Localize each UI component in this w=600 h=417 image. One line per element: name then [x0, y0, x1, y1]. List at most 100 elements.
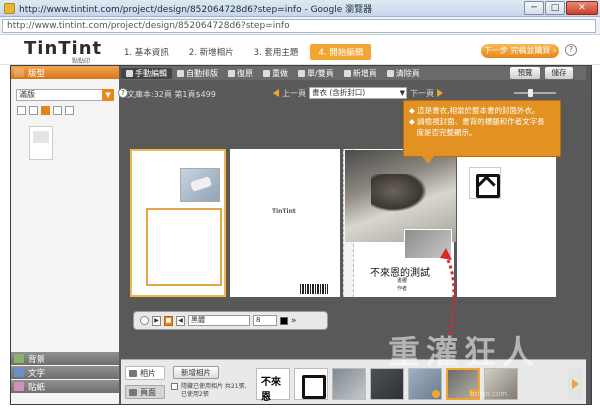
help-tooltip: ◆ 這是書衣,相當於整本書的封面外衣。 ◆ 請檢視封面、書背的標題和作者文字長 … [403, 100, 561, 164]
text-color-swatch[interactable] [280, 316, 288, 325]
layout-thumbnail[interactable] [29, 126, 53, 160]
redo-button[interactable]: 重做 [258, 68, 293, 79]
tab-background-label: 背景 [28, 354, 46, 365]
layout-option-3[interactable] [41, 106, 50, 115]
tab-photos[interactable]: 相片 [125, 366, 165, 380]
redo-icon [263, 69, 270, 77]
watermark-url: briian.com [470, 390, 508, 398]
manual-edit-button[interactable]: 手動編輯 [121, 67, 172, 79]
window-controls: ─ □ ✕ [524, 1, 598, 15]
close-button[interactable]: ✕ [566, 1, 598, 15]
maximize-button[interactable]: □ [545, 1, 565, 15]
layout-icon [14, 68, 24, 77]
window-title: http://www.tintint.com/project/design/85… [19, 4, 373, 15]
tab-text-label: 文字 [28, 368, 46, 379]
cover-author-label: 作者 [397, 286, 408, 292]
help-icon[interactable]: ? [565, 44, 577, 56]
add-page-button[interactable]: 新增頁 [339, 68, 382, 79]
next-arrow-icon[interactable] [437, 89, 443, 97]
tab-sticker-label: 貼紙 [28, 382, 46, 393]
scroll-right-arrow-icon[interactable] [568, 368, 582, 400]
text-frame[interactable] [146, 208, 222, 286]
photo-thumbnail[interactable] [332, 368, 366, 400]
preview-button[interactable]: 預覽 [510, 67, 540, 79]
text-tool-icon[interactable] [140, 316, 149, 325]
text-format-toolbar: ▶ ■ ◀ 黑體 8 » [133, 311, 328, 330]
tab-text[interactable]: 文字 [11, 366, 119, 379]
text-icon [14, 368, 24, 377]
step-start-edit[interactable]: 4. 開始編輯 [310, 44, 372, 60]
watermark: 重灌狂人 [388, 333, 541, 371]
tab-sticker[interactable]: 貼紙 [11, 380, 119, 393]
single-double-page-button[interactable]: 單/雙頁 [293, 68, 339, 79]
tooltip-line-3: 度是否完整顯示。 [409, 128, 477, 137]
chevron-down-icon: ▼ [399, 89, 405, 97]
page-icon [298, 69, 305, 77]
tab-layout[interactable]: 版型 [11, 66, 119, 79]
back-cover[interactable] [230, 149, 340, 297]
auto-layout-button[interactable]: 自動排版 [172, 68, 223, 79]
prev-page-link[interactable]: 上一頁 [282, 88, 306, 99]
hide-used-checkbox[interactable] [171, 383, 178, 390]
book-info: 文庫本:32頁 第1頁$499 [127, 90, 216, 99]
more-options-button[interactable]: » [291, 316, 297, 326]
zoom-track [514, 92, 556, 94]
flap-logo-icon [469, 167, 501, 199]
step-basic-info[interactable]: 1. 基本資訊 [116, 44, 177, 60]
hide-used-label: 隱藏已使用相片 共21張,已使用2張 [181, 383, 247, 398]
undo-button[interactable]: 復原 [223, 68, 258, 79]
logo-subtitle: 點點印 [72, 58, 91, 65]
sticker-icon [14, 382, 24, 391]
layout-option-4[interactable] [53, 106, 62, 115]
align-right-button[interactable]: ◀ [176, 315, 185, 326]
align-center-button[interactable]: ■ [164, 315, 173, 326]
layout-option-1[interactable] [17, 106, 26, 115]
undo-icon [228, 69, 235, 77]
photo-thumbnail[interactable] [294, 368, 328, 400]
align-left-button[interactable]: ▶ [152, 315, 161, 326]
page-select[interactable]: 書衣 (含折封口) ▼ [309, 87, 407, 99]
photo-frame[interactable] [180, 168, 220, 202]
next-page-link[interactable]: 下一頁 [410, 88, 434, 99]
left-sidebar: 版型 滿版 ▼ ? 背景 文字 貼紙 [11, 66, 128, 404]
zoom-handle[interactable] [528, 89, 533, 97]
font-select[interactable]: 黑體 [188, 315, 250, 326]
pages-icon [129, 388, 137, 396]
url-field[interactable]: http://www.tintint.com/project/design/85… [2, 19, 596, 33]
template-select[interactable]: 滿版 ▼ [16, 89, 114, 101]
photo-thumbnail[interactable] [256, 368, 290, 403]
window-titlebar: http://www.tintint.com/project/design/85… [0, 0, 600, 17]
step-nav: 1. 基本資訊 2. 新增相片 3. 套用主題 4. 開始編輯 [116, 44, 375, 60]
tab-pages[interactable]: 頁面 [125, 385, 165, 399]
auto-icon [177, 69, 184, 77]
tooltip-line-1: ◆ 這是書衣,相當於整本書的封面外衣。 [409, 106, 540, 115]
next-step-button[interactable]: 下一步 完稿並購買 › [481, 44, 559, 58]
page-navigator: 上一頁 書衣 (含折封口) ▼ 下一頁 [273, 87, 443, 99]
annotation-arrow [440, 248, 456, 335]
clear-icon [386, 69, 394, 77]
save-button[interactable]: 儲存 [545, 67, 573, 79]
add-photo-button[interactable]: 新增相片 [173, 366, 219, 379]
page-select-value: 書衣 (含折封口) [312, 88, 366, 97]
browser-icon [4, 2, 15, 14]
prev-arrow-icon[interactable] [273, 89, 279, 97]
cover-band-label: 書腰 [397, 278, 408, 284]
app-header: TinTint 點點印 1. 基本資訊 2. 新增相片 3. 套用主題 4. 開… [0, 35, 600, 65]
tab-background[interactable]: 背景 [11, 352, 119, 365]
template-select-value: 滿版 [19, 90, 35, 99]
font-size-select[interactable]: 8 [253, 315, 277, 326]
edit-icon [126, 69, 133, 77]
clear-page-button[interactable]: 清除頁 [382, 68, 425, 79]
zoom-slider[interactable] [506, 89, 566, 97]
layout-option-2[interactable] [29, 106, 38, 115]
layout-option-5[interactable] [65, 106, 74, 115]
tintint-logo[interactable]: TinTint [24, 38, 102, 59]
tab-photos-label: 相片 [140, 368, 156, 378]
step-add-photos[interactable]: 2. 新增相片 [181, 44, 242, 60]
add-page-icon [343, 69, 351, 77]
minimize-button[interactable]: ─ [524, 1, 544, 15]
info-bar: 文庫本:32頁 第1頁$499 上一頁 書衣 (含折封口) ▼ 下一頁 [121, 86, 586, 100]
hide-used-option[interactable]: 隱藏已使用相片 共21張,已使用2張 [171, 383, 251, 398]
chevron-down-icon: ▼ [102, 89, 114, 101]
step-apply-theme[interactable]: 3. 套用主題 [246, 44, 307, 60]
